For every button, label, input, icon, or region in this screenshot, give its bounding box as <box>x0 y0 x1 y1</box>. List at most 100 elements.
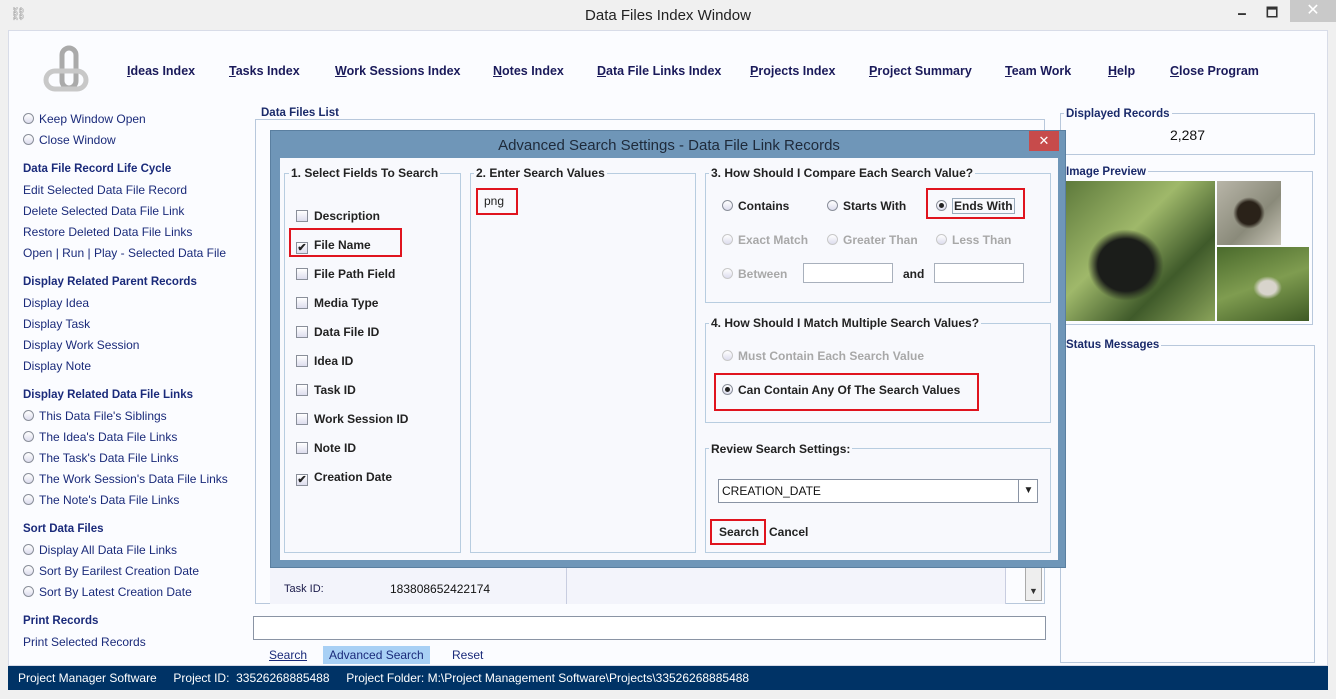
sidebar-item[interactable]: Delete Selected Data File Link <box>23 204 184 218</box>
dialog-cancel-button[interactable]: Cancel <box>769 525 808 539</box>
scroll-down-icon[interactable]: ▼ <box>1029 586 1038 596</box>
image-thumbnail[interactable] <box>1217 247 1309 321</box>
less-than-radio[interactable]: Less Than <box>936 233 1011 247</box>
sidebar-item[interactable]: The Task's Data File Links <box>23 451 178 465</box>
sidebar-item-label: Display All Data File Links <box>39 543 178 557</box>
checkbox-checked-icon: ✔ <box>296 474 308 486</box>
nav-help[interactable]: Help <box>1108 64 1135 78</box>
contains-radio[interactable]: Contains <box>722 199 789 213</box>
nav-projects-index[interactable]: Projects Index <box>750 64 835 78</box>
must-contain-each-radio[interactable]: Must Contain Each Search Value <box>722 349 924 363</box>
field-label: Description <box>314 209 381 223</box>
ends-with-radio[interactable]: Ends With <box>936 198 1015 214</box>
sidebar-item[interactable]: The Idea's Data File Links <box>23 430 177 444</box>
sidebar-item-label: Display Note <box>23 359 92 373</box>
exact-match-radio[interactable]: Exact Match <box>722 233 808 247</box>
sidebar-item-label: The Task's Data File Links <box>39 451 179 465</box>
sidebar-item[interactable]: Print Selected Records <box>23 635 146 649</box>
match-title: 4. How Should I Match Multiple Search Va… <box>709 316 982 330</box>
search-button[interactable]: Search <box>269 648 307 662</box>
sidebar-item[interactable]: Sort By Earilest Creation Date <box>23 564 199 578</box>
between-radio[interactable]: Between <box>722 267 787 281</box>
label: Starts With <box>843 199 907 213</box>
radio-icon <box>23 494 34 505</box>
reset-button[interactable]: Reset <box>452 648 483 662</box>
radio-icon <box>23 544 34 555</box>
field-checkbox[interactable]: File Path Field <box>296 267 395 281</box>
field-label: Idea ID <box>314 354 354 368</box>
sidebar-item[interactable]: Display Note <box>23 359 91 373</box>
radio-icon <box>23 452 34 463</box>
sidebar-item[interactable]: The Work Session's Data File Links <box>23 472 228 486</box>
nav-notes-index[interactable]: Notes Index <box>493 64 564 78</box>
radio-selected-icon <box>722 384 733 395</box>
greater-than-radio[interactable]: Greater Than <box>827 233 918 247</box>
label: Ends With <box>952 198 1015 214</box>
sidebar-item[interactable]: Restore Deleted Data File Links <box>23 225 192 239</box>
checkbox-icon <box>296 210 308 222</box>
label: Exact Match <box>738 233 809 247</box>
sidebar-item[interactable]: Display All Data File Links <box>23 543 177 557</box>
radio-selected-icon <box>936 200 947 211</box>
label: Must Contain Each Search Value <box>738 349 925 363</box>
field-checkbox[interactable]: Media Type <box>296 296 378 310</box>
field-label: File Path Field <box>314 267 396 281</box>
search-values-textarea[interactable]: png <box>476 188 518 215</box>
between-from-input[interactable] <box>803 263 893 283</box>
checkbox-icon <box>296 326 308 338</box>
search-input[interactable] <box>253 616 1046 640</box>
maximize-button[interactable]: 🗖 <box>1258 4 1286 24</box>
sidebar-item-label: Delete Selected Data File Link <box>23 204 185 218</box>
nav-close-program[interactable]: Close Program <box>1170 64 1259 78</box>
field-checkbox[interactable]: Note ID <box>296 441 356 455</box>
field-checkbox[interactable]: Idea ID <box>296 354 353 368</box>
nav-team-work[interactable]: Team Work <box>1005 64 1071 78</box>
sidebar-item[interactable]: Sort By Latest Creation Date <box>23 585 192 599</box>
sidebar-item[interactable]: The Note's Data File Links <box>23 493 179 507</box>
image-thumbnail[interactable] <box>1066 181 1215 321</box>
between-to-input[interactable] <box>934 263 1024 283</box>
sidebar-item-label: Edit Selected Data File Record <box>23 183 188 197</box>
review-selected-value: CREATION_DATE <box>722 484 821 498</box>
sidebar-item-label: The Work Session's Data File Links <box>39 472 228 486</box>
radio-icon <box>23 134 34 145</box>
displayed-records-title: Displayed Records <box>1064 108 1172 120</box>
dialog-search-button[interactable]: Search <box>710 519 766 545</box>
field-label: Task ID <box>314 383 356 397</box>
keep-window-open-radio[interactable]: Keep Window Open <box>23 112 146 126</box>
sidebar-item[interactable]: Display Task <box>23 317 90 331</box>
can-contain-any-radio[interactable]: Can Contain Any Of The Search Values <box>722 383 960 397</box>
field-checkbox[interactable]: Task ID <box>296 383 356 397</box>
sidebar-item[interactable]: Open | Run | Play - Selected Data File <box>23 246 226 260</box>
nav-work-sessions-index[interactable]: Work Sessions Index <box>335 64 461 78</box>
nav-project-summary[interactable]: Project Summary <box>869 64 972 78</box>
nav-data-file-links-index[interactable]: Data File Links Index <box>597 64 721 78</box>
sidebar-item[interactable]: Display Idea <box>23 296 89 310</box>
starts-with-radio[interactable]: Starts With <box>827 199 906 213</box>
field-checkbox[interactable]: Work Session ID <box>296 412 408 426</box>
nav-ideas-index[interactable]: Ideas Index <box>127 64 195 78</box>
advanced-search-button[interactable]: Advanced Search <box>323 646 430 664</box>
field-checkbox[interactable]: Data File ID <box>296 325 379 339</box>
list-scrollbar[interactable]: ▼ <box>1025 566 1042 601</box>
sidebar-item[interactable]: Display Work Session <box>23 338 139 352</box>
image-thumbnail[interactable] <box>1217 181 1281 245</box>
sidebar-item-label: Open | Run | Play - Selected Data File <box>23 246 226 260</box>
sidebar-item[interactable]: This Data File's Siblings <box>23 409 167 423</box>
nav-tasks-index[interactable]: Tasks Index <box>229 64 300 78</box>
label: Close Window <box>39 133 116 147</box>
field-checkbox[interactable]: Description <box>296 209 380 223</box>
chevron-down-icon[interactable]: ▼ <box>1018 480 1038 502</box>
sidebar-item-label: Sort By Latest Creation Date <box>39 585 192 599</box>
radio-icon <box>827 234 838 245</box>
sidebar-item[interactable]: Edit Selected Data File Record <box>23 183 187 197</box>
radio-icon <box>23 473 34 484</box>
minimize-button[interactable]: 🗕 <box>1228 4 1256 24</box>
record-row[interactable]: Task ID: 183808652422174 <box>270 566 1006 604</box>
review-dropdown[interactable]: CREATION_DATE ▼ <box>718 479 1038 503</box>
field-checkbox[interactable]: ✔ Creation Date <box>296 470 392 486</box>
checkbox-icon <box>296 297 308 309</box>
close-window-radio[interactable]: Close Window <box>23 133 116 147</box>
dialog-close-button[interactable]: ✕ <box>1029 131 1059 151</box>
close-window-button[interactable]: ✕ <box>1290 0 1336 22</box>
